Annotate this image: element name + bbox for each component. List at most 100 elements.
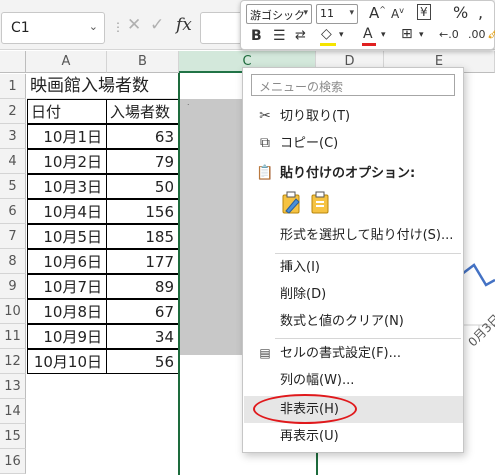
highlight-ring <box>253 394 357 424</box>
column-header-a[interactable]: A <box>26 51 107 73</box>
number-format-icon[interactable]: ¥ <box>417 4 431 20</box>
row-header-5[interactable]: 5 <box>0 174 26 199</box>
header-date-cell[interactable]: 日付 <box>27 99 107 124</box>
comma-icon[interactable]: , <box>478 3 483 22</box>
row-header-8[interactable]: 8 <box>0 249 26 274</box>
menu-item-unhide[interactable]: 再表示(U) <box>244 423 463 450</box>
menu-item-label: セルの書式設定(F)... <box>280 346 402 361</box>
count-cell[interactable]: 34 <box>106 324 179 349</box>
paste-values-icon[interactable] <box>310 191 332 215</box>
row-header-10[interactable]: 10 <box>0 299 26 324</box>
font-name-select[interactable]: 游ゴシック ▾ <box>246 4 312 24</box>
chevron-down-icon[interactable]: ▾ <box>339 30 344 40</box>
date-cell[interactable]: 10月4日 <box>27 199 107 224</box>
center-across-icon[interactable]: ⇄ <box>295 28 306 43</box>
menu-item-label: 再表示(U) <box>280 429 339 444</box>
select-all-corner[interactable] <box>0 51 26 73</box>
row-header-13[interactable]: 13 <box>0 374 26 399</box>
menu-item-clear-contents[interactable]: 数式と値のクリア(N) <box>244 308 463 335</box>
shrink-font-letter: A <box>391 7 400 21</box>
menu-divider <box>275 338 461 339</box>
count-cell[interactable]: 177 <box>106 249 179 274</box>
menu-item-delete[interactable]: 削除(D) <box>244 281 463 308</box>
font-size-select[interactable]: 11 ▾ <box>316 4 358 24</box>
date-cell[interactable]: 10月10日 <box>27 349 107 374</box>
clipboard-icon: 📋 <box>256 165 274 181</box>
font-name-value: 游ゴシック <box>250 9 305 22</box>
chevron-down-icon[interactable]: ▾ <box>419 30 424 40</box>
borders-icon[interactable]: ⊞ <box>401 26 413 42</box>
date-cell[interactable]: 10月8日 <box>27 299 107 324</box>
font-color-letter: A <box>363 26 373 42</box>
date-cell[interactable]: 10月3日 <box>27 174 107 199</box>
row-header-1[interactable]: 1 <box>0 74 26 99</box>
count-cell[interactable]: 56 <box>106 349 179 374</box>
row-header-11[interactable]: 11 <box>0 324 26 349</box>
chevron-down-icon[interactable]: ⌄ <box>89 20 98 33</box>
sheet-title-cell[interactable]: 映画館入場者数 <box>27 74 179 99</box>
shrink-font-icon[interactable]: Av <box>391 6 404 21</box>
menu-item-insert[interactable]: 挿入(I) <box>244 254 463 281</box>
count-cell[interactable]: 63 <box>106 124 179 149</box>
menu-item-cut[interactable]: ✂ 切り取り(T) <box>244 103 463 130</box>
date-cell[interactable]: 10月9日 <box>27 324 107 349</box>
menu-item-label: コピー(C) <box>280 136 339 151</box>
format-painter-icon[interactable]: 🖌 <box>487 24 495 40</box>
context-menu: メニューの検索 ✂ 切り取り(T) ⧉ コピー(C) 📋 貼り付けのオプション:… <box>242 67 464 453</box>
count-cell[interactable]: 185 <box>106 224 179 249</box>
menu-item-paste-options: 📋 貼り付けのオプション: <box>244 160 463 187</box>
menu-search-input[interactable]: メニューの検索 <box>251 74 455 96</box>
row-header-14[interactable]: 14 <box>0 399 26 424</box>
count-cell[interactable]: 50 <box>106 174 179 199</box>
copy-icon: ⧉ <box>260 135 270 151</box>
chevron-down-icon: ▾ <box>303 8 308 18</box>
row-header-16[interactable]: 16 <box>0 449 26 474</box>
decrease-decimal-icon[interactable]: .00 <box>468 28 486 41</box>
count-cell[interactable]: 79 <box>106 149 179 174</box>
menu-item-copy[interactable]: ⧉ コピー(C) <box>244 130 463 157</box>
increase-decimal-icon[interactable]: ←.0 <box>439 28 459 41</box>
format-cells-icon: ▤ <box>259 346 271 360</box>
menu-item-label: 形式を選択して貼り付け(S)... <box>280 228 454 243</box>
menu-item-label: 列の幅(W)... <box>280 373 355 388</box>
font-size-value: 11 <box>320 7 334 20</box>
date-cell[interactable]: 10月1日 <box>27 124 107 149</box>
enter-icon[interactable]: ✓ <box>150 15 164 35</box>
grow-font-icon[interactable]: A^ <box>369 4 386 22</box>
count-cell[interactable]: 67 <box>106 299 179 324</box>
fill-color-icon[interactable]: ◇ <box>320 26 336 46</box>
row-header-12[interactable]: 12 <box>0 349 26 374</box>
menu-item-paste-special[interactable]: 形式を選択して貼り付け(S)... <box>244 222 463 249</box>
menu-item-column-width[interactable]: 列の幅(W)... <box>244 367 463 394</box>
row-header-7[interactable]: 7 <box>0 224 26 249</box>
chevron-down-icon[interactable]: ▾ <box>381 30 386 40</box>
count-cell[interactable]: 156 <box>106 199 179 224</box>
menu-item-format-cells[interactable]: ▤ セルの書式設定(F)... <box>244 340 463 367</box>
date-cell[interactable]: 10月7日 <box>27 274 107 299</box>
bold-icon[interactable]: B <box>251 28 262 44</box>
date-cell[interactable]: 10月6日 <box>27 249 107 274</box>
paste-icon[interactable] <box>281 191 303 215</box>
mini-toolbar: 游ゴシック ▾ 11 ▾ A^ Av ¥ % , B ☰ ⇄ ◇ ▾ A ▾ ⊞… <box>240 0 495 50</box>
font-color-icon[interactable]: A <box>362 26 376 46</box>
row-header-2[interactable]: 2 <box>0 99 26 124</box>
align-center-icon[interactable]: ☰ <box>273 28 286 44</box>
row-header-9[interactable]: 9 <box>0 274 26 299</box>
name-box[interactable]: C1 ⌄ <box>1 12 105 44</box>
row-header-4[interactable]: 4 <box>0 149 26 174</box>
row-header-3[interactable]: 3 <box>0 124 26 149</box>
count-cell[interactable]: 89 <box>106 274 179 299</box>
date-cell[interactable]: 10月5日 <box>27 224 107 249</box>
chevron-down-icon: ▾ <box>349 8 354 18</box>
date-cell[interactable]: 10月2日 <box>27 149 107 174</box>
insert-function-icon[interactable]: fx <box>176 15 192 35</box>
header-count-cell[interactable]: 入場者数 <box>106 99 179 124</box>
percent-icon[interactable]: % <box>453 3 468 22</box>
name-box-value: C1 <box>11 20 30 36</box>
row-header-15[interactable]: 15 <box>0 424 26 449</box>
menu-item-label: 挿入(I) <box>280 260 320 275</box>
column-header-b[interactable]: B <box>107 51 179 73</box>
scissors-icon: ✂ <box>259 108 271 124</box>
row-header-6[interactable]: 6 <box>0 199 26 224</box>
cancel-icon[interactable]: ✕ <box>127 15 141 35</box>
